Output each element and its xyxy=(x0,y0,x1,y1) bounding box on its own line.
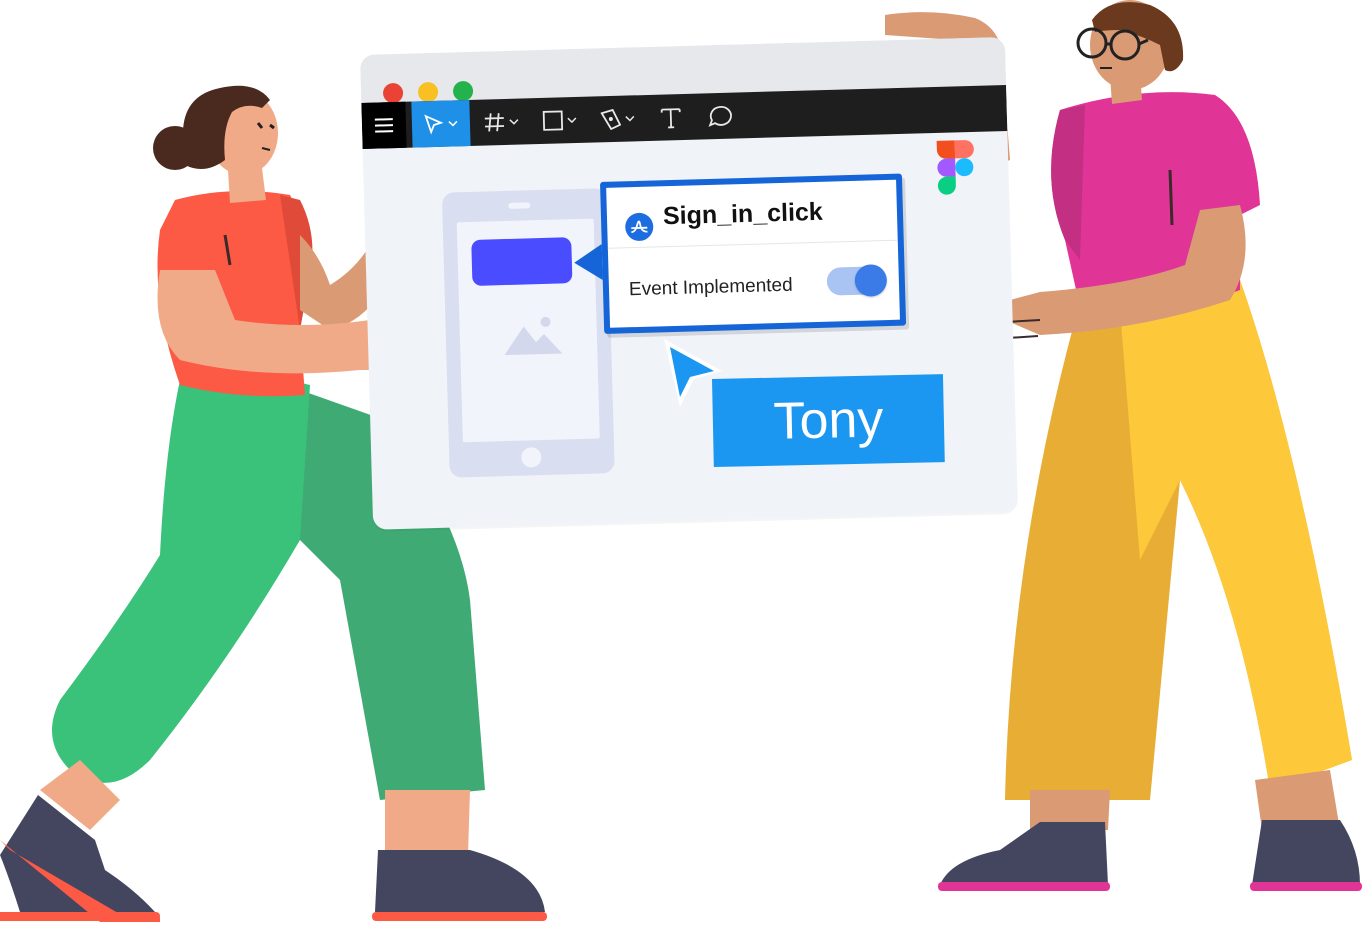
event-implemented-label: Event Implemented xyxy=(628,274,793,301)
cursor-name-tag: Tony xyxy=(712,374,945,467)
event-popup: Sign_in_click Event Implemented xyxy=(573,173,907,334)
pen-tool-icon[interactable] xyxy=(597,95,640,142)
comment-icon[interactable] xyxy=(701,92,738,139)
move-tool-icon[interactable] xyxy=(411,99,471,148)
frame-tool-icon[interactable] xyxy=(481,98,524,145)
menu-icon[interactable] xyxy=(361,101,407,149)
toggle-knob xyxy=(854,264,888,297)
popup-divider xyxy=(607,239,898,249)
minimize-window-dot[interactable] xyxy=(417,81,439,103)
image-placeholder-icon xyxy=(504,316,563,356)
close-window-dot[interactable] xyxy=(382,82,404,104)
phone-mockup xyxy=(441,188,615,478)
rectangle-tool-icon[interactable] xyxy=(539,97,582,144)
text-tool-icon[interactable] xyxy=(653,94,688,141)
event-implemented-toggle[interactable] xyxy=(826,264,888,297)
figma-logo xyxy=(936,140,974,195)
phone-home-button xyxy=(521,447,542,468)
maximize-window-dot[interactable] xyxy=(452,80,474,102)
amplitude-icon xyxy=(624,212,654,242)
popup-pointer xyxy=(573,243,603,281)
popup-card: Sign_in_click Event Implemented xyxy=(600,173,907,334)
event-name: Sign_in_click xyxy=(662,197,824,231)
collaborator-name: Tony xyxy=(772,390,884,451)
sign-in-button-mock[interactable] xyxy=(471,237,573,286)
phone-speaker xyxy=(508,202,531,209)
